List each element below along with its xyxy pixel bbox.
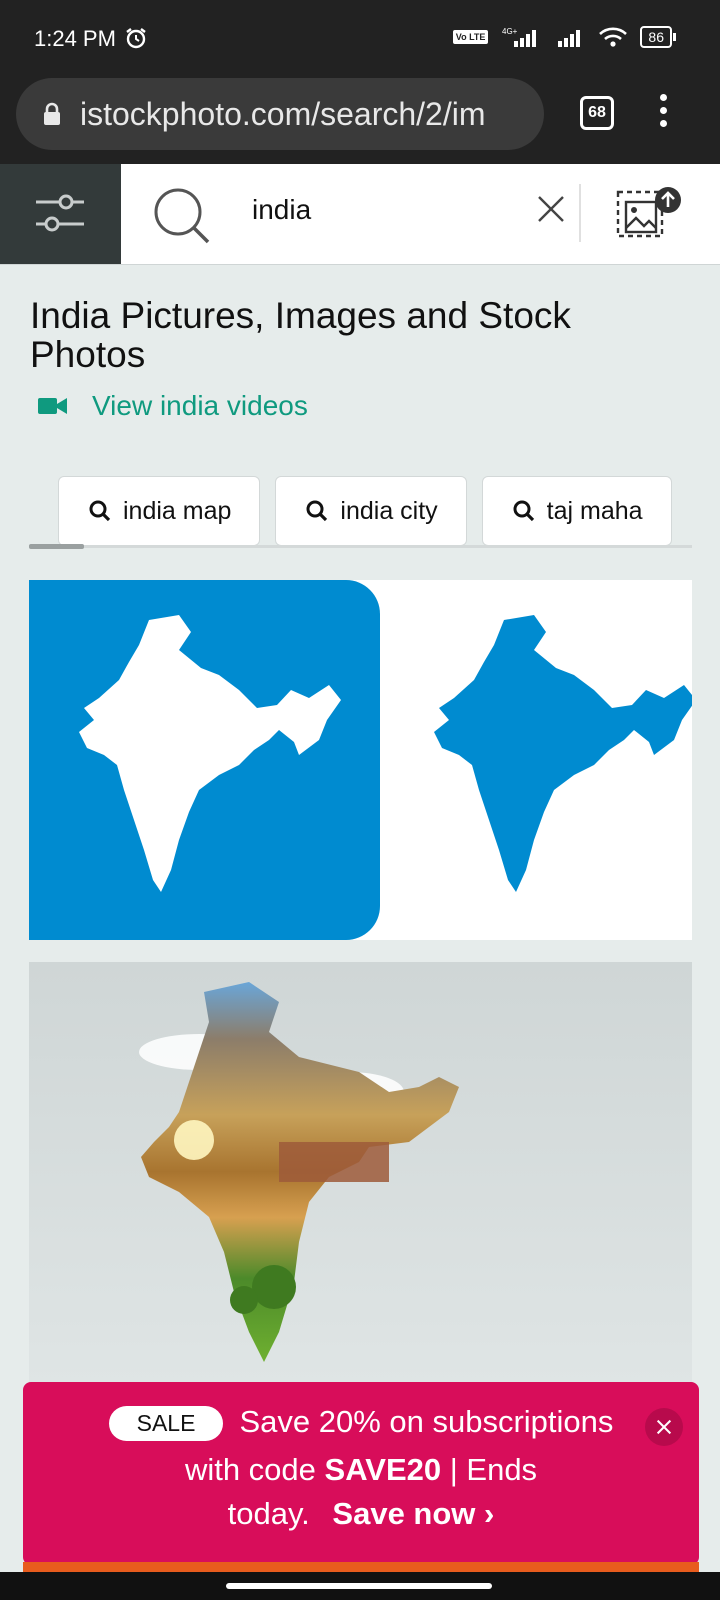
chip-taj-mahal[interactable]: taj maha: [481, 476, 672, 546]
banner-bottom-strip: [23, 1562, 699, 1572]
chip-india-map[interactable]: india map: [58, 476, 261, 546]
signal-icon: 4G+: [502, 27, 537, 47]
browser-toolbar: istockphoto.com/search/2/im 68: [0, 78, 720, 164]
search-bar: india: [0, 164, 720, 265]
close-icon[interactable]: [536, 194, 566, 224]
browser-menu-icon[interactable]: [660, 94, 670, 133]
india-map-illustration: [29, 580, 692, 940]
alarm-icon: [126, 28, 146, 49]
banner-line-3: today.: [227, 1496, 310, 1531]
banner-line-2-suffix: | Ends: [441, 1452, 538, 1487]
search-icon: [513, 500, 534, 522]
divider: [579, 184, 581, 242]
filter-sliders-icon: [36, 194, 84, 232]
filter-button[interactable]: [0, 164, 121, 264]
sale-banner[interactable]: SALE Save 20% on subscriptions with code …: [23, 1382, 699, 1565]
result-image-india-map-icons[interactable]: [29, 580, 692, 940]
search-input[interactable]: india: [252, 194, 311, 226]
image-search-upload-icon[interactable]: [614, 184, 684, 244]
chips-scrollbar[interactable]: [29, 544, 84, 549]
chip-india-city[interactable]: india city: [275, 476, 467, 546]
signal-2-icon: [558, 30, 581, 47]
view-videos-label: View india videos: [92, 390, 308, 421]
sale-badge: SALE: [108, 1406, 224, 1442]
tab-switcher-button[interactable]: 68: [580, 96, 614, 130]
close-banner-icon[interactable]: [645, 1408, 683, 1446]
home-gesture-bar[interactable]: [226, 1583, 492, 1589]
related-search-chips: india map india city taj maha: [58, 476, 692, 550]
url-text: istockphoto.com/search/2/im: [80, 96, 486, 132]
search-icon: [306, 500, 328, 522]
chip-label: taj maha: [546, 496, 643, 525]
chips-scroll-track: [29, 545, 692, 548]
promo-code: SAVE20: [324, 1452, 442, 1487]
status-bar: 1:24 PM Vo LTE 4G+ 86: [0, 0, 720, 78]
video-camera-icon: [38, 398, 67, 414]
svg-text:4G+: 4G+: [502, 27, 518, 36]
clock: 1:24 PM: [34, 26, 116, 51]
banner-line-1: Save 20% on subscriptions: [239, 1404, 614, 1439]
address-bar[interactable]: istockphoto.com/search/2/im: [16, 78, 544, 150]
lock-icon: [44, 102, 60, 125]
save-now-link[interactable]: Save now ›: [332, 1496, 494, 1531]
volte-icon: Vo LTE: [452, 30, 489, 44]
page-title: India Pictures, Images and Stock Photos: [30, 295, 571, 375]
banner-line-2-prefix: with code: [184, 1452, 325, 1487]
search-icon: [89, 500, 111, 522]
chip-label: india map: [123, 496, 232, 525]
view-videos-link[interactable]: View india videos: [38, 386, 308, 426]
chip-label: india city: [340, 496, 438, 525]
battery-icon: 86: [640, 26, 676, 48]
search-icon[interactable]: [152, 186, 214, 248]
wifi-icon: [599, 27, 628, 47]
